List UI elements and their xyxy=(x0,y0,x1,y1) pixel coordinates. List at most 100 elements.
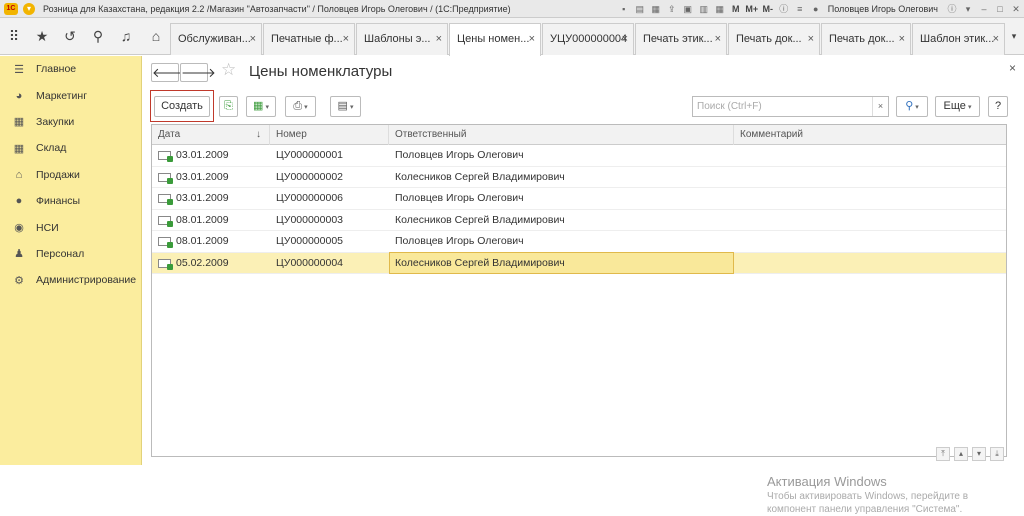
table-row[interactable]: 03.01.2009 ЦУ000000001 Половцев Игорь Ол… xyxy=(152,145,1006,167)
clear-search-icon[interactable]: × xyxy=(872,97,888,116)
close-tab-icon[interactable]: × xyxy=(622,24,628,54)
cell-number: ЦУ000000004 xyxy=(276,256,343,269)
sidebar-item-warehouse[interactable]: ▦ Склад xyxy=(0,135,141,161)
close-tab-icon[interactable]: × xyxy=(715,24,721,54)
more-button[interactable]: Еще ▾ xyxy=(935,96,980,117)
scroll-up-icon[interactable]: ▴ xyxy=(954,447,968,461)
minimize-icon[interactable]: – xyxy=(976,0,992,18)
apps-grid-icon[interactable]: ⠿ xyxy=(0,18,28,55)
print-icon[interactable]: ▤ xyxy=(632,0,648,18)
tab-label: Печатные ф... xyxy=(271,33,343,45)
table-row[interactable]: 03.01.2009 ЦУ000000006 Половцев Игорь Ол… xyxy=(152,188,1006,210)
sidebar-item-personnel[interactable]: ♟ Персонал xyxy=(0,241,141,267)
structure-button[interactable]: ▦ ▾ xyxy=(246,96,276,117)
tab-print-docs-2[interactable]: Печать док... × xyxy=(821,23,911,55)
tabs-more-icon[interactable]: ▾ xyxy=(1004,18,1024,55)
list-icon[interactable]: ≡ xyxy=(792,0,808,18)
column-number[interactable]: Номер xyxy=(270,125,389,145)
cell-number: ЦУ000000003 xyxy=(276,213,343,226)
favorites-icon[interactable]: ★ xyxy=(28,18,56,55)
sidebar-item-sales[interactable]: ⌂ Продажи xyxy=(0,162,141,188)
close-tab-icon[interactable]: × xyxy=(250,24,256,54)
tab-service[interactable]: Обслуживан... × xyxy=(170,23,262,55)
tab-label-template[interactable]: Шаблон этик... × xyxy=(912,23,1005,55)
search-input[interactable]: Поиск (Ctrl+F) × xyxy=(692,96,889,117)
calculator-icon[interactable]: ▥ xyxy=(696,0,712,18)
cell-date: 08.01.2009 xyxy=(176,213,229,226)
sidebar-item-admin[interactable]: ⚙ Администрирование xyxy=(0,267,141,293)
memory-button[interactable]: M xyxy=(728,0,744,18)
memory-minus-button[interactable]: M- xyxy=(760,0,776,18)
scroll-top-icon[interactable]: ⤒ xyxy=(936,447,950,461)
back-button[interactable]: 🡐 xyxy=(151,63,187,82)
close-tab-icon[interactable]: × xyxy=(343,24,349,54)
column-date[interactable]: Дата ↓ xyxy=(152,125,270,145)
cell-number: ЦУ000000005 xyxy=(276,235,343,247)
sidebar-item-label: Склад xyxy=(36,142,67,155)
info-icon[interactable]: ⓘ xyxy=(776,0,792,18)
column-responsible[interactable]: Ответственный xyxy=(389,125,734,145)
memory-plus-button[interactable]: M+ xyxy=(744,0,760,18)
tab-document[interactable]: УЦУ000000004 × xyxy=(542,23,634,55)
table-row[interactable]: 08.01.2009 ЦУ000000003 Колесников Сергей… xyxy=(152,210,1006,231)
sidebar-item-main[interactable]: ☰ Главное xyxy=(0,56,141,82)
tab-print-docs-1[interactable]: Печать док... × xyxy=(728,23,820,55)
cell-responsible: Колесников Сергей Владимирович xyxy=(395,213,565,226)
close-tab-icon[interactable]: × xyxy=(436,24,442,54)
search-button[interactable]: ⚲ ▾ xyxy=(896,96,928,117)
home-icon[interactable]: ⌂ xyxy=(142,18,170,55)
document-icon xyxy=(158,172,173,184)
print-button[interactable]: ⎙ ▾ xyxy=(285,96,316,117)
forward-button[interactable]: 🡒 xyxy=(180,63,216,82)
close-tab-icon[interactable]: × xyxy=(899,24,905,54)
main-menu-button[interactable]: ▾ xyxy=(23,2,35,15)
scroll-bottom-icon[interactable]: ⤓ xyxy=(990,447,1004,461)
close-form-icon[interactable]: × xyxy=(1009,61,1016,75)
help-button[interactable]: ? xyxy=(988,96,1008,117)
close-tab-icon[interactable]: × xyxy=(529,24,535,54)
cell-date: 03.01.2009 xyxy=(176,192,229,204)
column-label: Дата xyxy=(158,129,181,140)
menu-icon: ☰ xyxy=(14,63,24,76)
create-button[interactable]: Создать xyxy=(154,96,210,117)
cell-date: 08.01.2009 xyxy=(176,235,229,247)
sidebar-item-marketing[interactable]: ◕ Маркетинг xyxy=(0,82,141,108)
history-icon[interactable]: ↺ xyxy=(56,18,84,55)
sidebar-item-label: Маркетинг xyxy=(36,89,88,102)
menu-dropdown-icon[interactable]: ▾ xyxy=(960,0,976,18)
sidebar-item-purchases[interactable]: ▦ Закупки xyxy=(0,109,141,135)
upload-icon[interactable]: ⇪ xyxy=(664,0,680,18)
tab-prices[interactable]: Цены номен... × xyxy=(449,23,541,56)
search-icon[interactable]: ⚲ xyxy=(84,18,112,55)
maximize-icon[interactable]: □ xyxy=(992,0,1008,18)
cell-number: ЦУ000000002 xyxy=(276,170,343,183)
copy-button[interactable]: ⎘ xyxy=(219,96,238,117)
column-comment[interactable]: Комментарий xyxy=(734,125,1006,145)
tab-print-labels[interactable]: Печать этик... × xyxy=(635,23,727,55)
reports-button[interactable]: ▤ ▾ xyxy=(330,96,361,117)
table-icon[interactable]: ▦ xyxy=(712,0,728,18)
table-row-selected[interactable]: 05.02.2009 ЦУ000000004 Колесников Сергей… xyxy=(152,251,1006,274)
save-icon[interactable]: ▪ xyxy=(616,0,632,18)
table-row[interactable]: 03.01.2009 ЦУ000000002 Колесников Сергей… xyxy=(152,167,1006,188)
bell-icon[interactable]: ♫ xyxy=(112,18,140,55)
document-icon xyxy=(158,237,173,248)
title-bar-tools: ▪ ▤ ▦ ⇪ ▣ ▥ ▦ M M+ M- ⓘ ≡ ● Половцев Иго… xyxy=(616,0,1024,18)
close-icon[interactable]: ✕ xyxy=(1008,0,1024,18)
sidebar-item-nsi[interactable]: ◉ НСИ xyxy=(0,214,141,240)
sidebar-item-finance[interactable]: ● Финансы xyxy=(0,188,141,214)
close-tab-icon[interactable]: × xyxy=(808,24,814,54)
favorite-star-icon[interactable]: ☆ xyxy=(221,60,236,80)
tab-label: Цены номен... xyxy=(457,33,530,45)
help-icon[interactable]: ⓘ xyxy=(944,0,960,18)
preview-icon[interactable]: ▦ xyxy=(648,0,664,18)
tab-print-forms[interactable]: Печатные ф... × xyxy=(263,23,355,55)
calendar-icon[interactable]: ▣ xyxy=(680,0,696,18)
close-tab-icon[interactable]: × xyxy=(993,24,999,54)
scroll-down-icon[interactable]: ▾ xyxy=(972,447,986,461)
window-title: Розница для Казахстана, редакция 2.2 /Ма… xyxy=(43,3,511,14)
cell-number: ЦУ000000006 xyxy=(276,192,343,204)
table-row[interactable]: 08.01.2009 ЦУ000000005 Половцев Игорь Ол… xyxy=(152,231,1006,253)
current-user[interactable]: Половцев Игорь Олегович xyxy=(828,4,938,14)
tab-templates[interactable]: Шаблоны э... × xyxy=(356,23,448,55)
